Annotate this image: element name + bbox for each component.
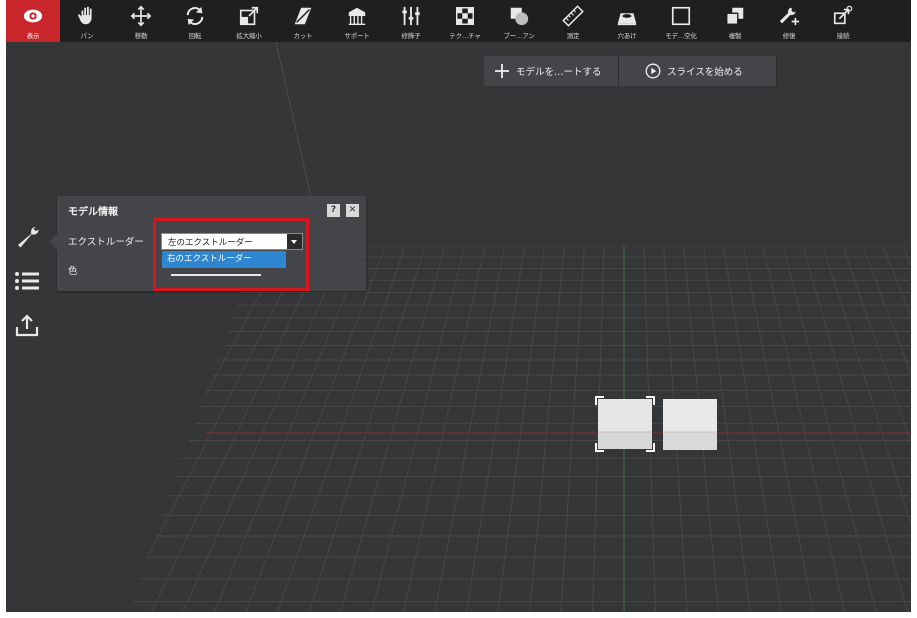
build-plate-grid [128, 246, 911, 612]
toolbar-label: 複製 [728, 32, 742, 40]
plus-icon [495, 64, 509, 78]
toolbar-label: ブー…アン [503, 32, 535, 40]
duplicate-icon [724, 5, 746, 27]
panel-title: モデル情報 [68, 207, 118, 218]
add-model-button[interactable]: モデルを…ートする [484, 56, 619, 86]
left-sidebar [6, 215, 48, 347]
toolbar-button-move-arrows[interactable]: 移動 [114, 0, 168, 42]
toolbar-button-duplicate[interactable]: 複製 [708, 0, 762, 42]
ruler-icon [562, 5, 584, 27]
main-toolbar: 表示 パン 移動 回転 拡大縮小 カット サポート 修飾子 テク…チャ ブー…アン 測定 穴あけ モデ…… [6, 0, 911, 42]
hollow-icon [670, 5, 692, 27]
toolbar-label: 修飾子 [401, 32, 421, 40]
color-label: 色 [68, 266, 78, 277]
toolbar-label: 測定 [566, 32, 580, 40]
support-icon [346, 5, 368, 27]
toolbar-button-hollow[interactable]: モデ…空化 [654, 0, 708, 42]
toolbar-button-support[interactable]: サポート [330, 0, 384, 42]
toolbar-label: 回転 [188, 32, 202, 40]
toolbar-label: テク…チャ [449, 32, 481, 40]
top-action-bar: モデルを…ートする スライスを始める [484, 56, 777, 86]
toolbar-button-boolean[interactable]: ブー…アン [492, 0, 546, 42]
toolbar-label: 修復 [782, 32, 796, 40]
eye-icon [22, 5, 44, 27]
toolbar-label: 表示 [26, 32, 40, 40]
add-model-label: モデルを…ートする [516, 67, 602, 78]
start-slicing-button[interactable]: スライスを始める [619, 56, 777, 86]
modifier-icon [400, 5, 422, 27]
rotate-icon [184, 5, 206, 27]
toolbar-button-repair[interactable]: 修復 [762, 0, 816, 42]
toolbar-label: 接続 [836, 32, 850, 40]
connect-icon [832, 5, 854, 27]
toolbar-label: 拡大縮小 [236, 32, 262, 40]
toolbar-label: 移動 [134, 32, 148, 40]
play-circle-icon [645, 63, 661, 79]
toolbar-label: サポート [344, 32, 370, 40]
toolbar-button-hand[interactable]: パン [60, 0, 114, 42]
start-slicing-label: スライスを始める [667, 67, 743, 78]
toolbar-label: 穴あけ [617, 32, 637, 40]
toolbar-label: モデ…空化 [665, 32, 697, 40]
list-icon [15, 272, 39, 290]
toolbar-button-texture[interactable]: テク…チャ [438, 0, 492, 42]
annotation-highlight-box [153, 218, 309, 291]
toolbar-button-eye[interactable]: 表示 [6, 0, 60, 42]
close-button[interactable]: ✕ [346, 204, 359, 217]
toolbar-label: カット [293, 32, 313, 40]
scale-icon [238, 5, 260, 27]
export-tab-button[interactable] [6, 303, 48, 347]
wrench-tab-button[interactable] [6, 215, 48, 259]
toolbar-button-cut[interactable]: カット [276, 0, 330, 42]
model[interactable] [663, 399, 717, 450]
model-selected[interactable] [595, 396, 655, 452]
toolbar-button-hole[interactable]: 穴あけ [600, 0, 654, 42]
boolean-icon [508, 5, 530, 27]
texture-icon [454, 5, 476, 27]
toolbar-button-scale[interactable]: 拡大縮小 [222, 0, 276, 42]
viewport-canvas[interactable] [6, 0, 911, 612]
toolbar-button-rotate[interactable]: 回転 [168, 0, 222, 42]
toolbar-button-modifier[interactable]: 修飾子 [384, 0, 438, 42]
move-arrows-icon [130, 5, 152, 27]
toolbar-button-connect[interactable]: 接続 [816, 0, 870, 42]
wrench-icon [18, 227, 39, 248]
list-tab-button[interactable] [6, 259, 48, 303]
help-button[interactable]: ? [327, 204, 340, 217]
hole-icon [616, 5, 638, 27]
upload-icon [15, 314, 39, 337]
repair-icon [778, 5, 800, 27]
hand-icon [76, 5, 98, 27]
app-window: 表示 パン 移動 回転 拡大縮小 カット サポート 修飾子 テク…チャ ブー…アン 測定 穴あけ モデ…… [6, 0, 911, 612]
toolbar-button-ruler[interactable]: 測定 [546, 0, 600, 42]
extruder-label: エクストルーダー [68, 237, 144, 248]
cut-icon [292, 5, 314, 27]
toolbar-label: パン [80, 32, 94, 40]
